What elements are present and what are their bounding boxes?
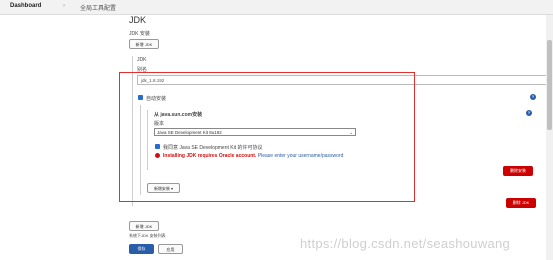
breadcrumb-dashboard[interactable]: Dashboard (10, 3, 41, 9)
save-button[interactable]: 保存 (129, 244, 154, 254)
scrollbar-thumb[interactable] (547, 40, 552, 130)
apply-button[interactable]: 应用 (158, 244, 183, 254)
help-icon[interactable]: ? (526, 110, 532, 116)
delete-jdk-button[interactable]: 删除 JDK (506, 198, 536, 208)
add-jdk-button[interactable]: 新增 JDK (129, 39, 159, 49)
watermark: https://blog.csdn.net/seashouwang (300, 236, 511, 251)
delete-installer-button[interactable]: 删除安装 (503, 166, 533, 176)
help-icon[interactable]: ? (530, 94, 536, 100)
add-jdk-bottom-button[interactable]: 新增 JDK (129, 221, 159, 231)
jdk-section-title: JDK (137, 57, 147, 63)
breadcrumb-page[interactable]: 全局工具配置 (80, 3, 116, 12)
jdk-heading: JDK (129, 15, 147, 25)
jdk-installations-label: JDK 安装 (129, 31, 150, 37)
breadcrumb-separator: › (63, 3, 65, 9)
highlight-box (119, 72, 415, 202)
bottom-note: 系统下JDK 安装列表 (129, 233, 166, 238)
